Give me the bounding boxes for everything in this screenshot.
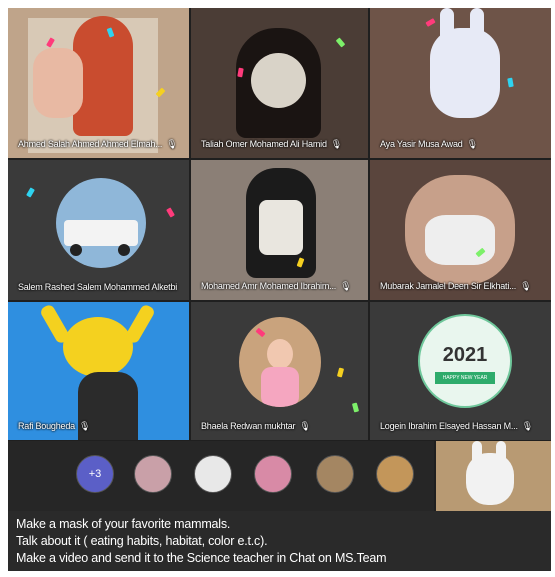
video-tile-2[interactable]: Taliah Omer Mohamed Ali Hamid 🎙 xyxy=(191,8,368,158)
participant-name: Mohamed Amr Mohamed Ibrahim... 🎙 xyxy=(201,281,352,291)
instruction-caption: Make a mask of your favorite mammals. Ta… xyxy=(8,511,551,571)
avatar-2021-badge: 2021 HAPPY NEW YEAR xyxy=(418,314,512,408)
year-text: 2021 xyxy=(442,344,488,366)
participant-avatar[interactable] xyxy=(194,455,232,493)
avatar-child-photo xyxy=(239,317,321,407)
mic-muted-icon: 🎙 xyxy=(299,421,311,431)
participant-name: Mubarak Jamalel Deen Sir Elkhati... 🎙 xyxy=(380,281,532,291)
mic-muted-icon: 🎙 xyxy=(520,281,532,291)
caption-line-1: Make a mask of your favorite mammals. xyxy=(16,517,231,531)
mic-muted-icon: 🎙 xyxy=(340,281,352,291)
video-tile-6[interactable]: Mubarak Jamalel Deen Sir Elkhati... 🎙 xyxy=(370,160,551,300)
participant-strip: +3 xyxy=(8,441,434,511)
video-gallery: Ahmed Salah Ahmed Ahmed Elmah... 🎙 Taliah… xyxy=(8,8,551,511)
participant-avatar[interactable] xyxy=(376,455,414,493)
meeting-screenshot: Ahmed Salah Ahmed Ahmed Elmah... 🎙 Taliah… xyxy=(0,0,555,577)
self-view-tile[interactable] xyxy=(436,441,551,511)
participant-name: Aya Yasir Musa Awad 🎙 xyxy=(380,139,478,149)
video-tile-3[interactable]: Aya Yasir Musa Awad 🎙 xyxy=(370,8,551,158)
caption-line-3: Make a video and send it to the Science … xyxy=(16,551,387,565)
participant-avatar[interactable] xyxy=(254,455,292,493)
participant-name: Ahmed Salah Ahmed Ahmed Elmah... 🎙 xyxy=(18,139,178,149)
participant-avatar[interactable] xyxy=(316,455,354,493)
banner-text: HAPPY NEW YEAR xyxy=(435,372,495,384)
mic-muted-icon: 🎙 xyxy=(330,139,342,149)
participant-avatar[interactable] xyxy=(134,455,172,493)
video-tile-4[interactable]: Salem Rashed Salem Mohammed Alketbi xyxy=(8,160,189,300)
video-tile-9[interactable]: 2021 HAPPY NEW YEAR Logein Ibrahim Elsay… xyxy=(370,302,551,440)
participant-name: Taliah Omer Mohamed Ali Hamid 🎙 xyxy=(201,139,342,149)
participant-name: Bhaela Redwan mukhtar 🎙 xyxy=(201,421,311,431)
participant-name: Logein Ibrahim Elsayed Hassan M... 🎙 xyxy=(380,421,534,431)
mic-muted-icon: 🎙 xyxy=(466,139,478,149)
mic-muted-icon: 🎙 xyxy=(166,139,178,149)
caption-line-2: Talk about it ( eating habits, habitat, … xyxy=(16,534,268,548)
video-tile-1[interactable]: Ahmed Salah Ahmed Ahmed Elmah... 🎙 xyxy=(8,8,189,158)
avatar-car-photo xyxy=(56,178,146,268)
mic-muted-icon: 🎙 xyxy=(78,421,91,431)
mic-muted-icon: 🎙 xyxy=(521,421,534,431)
participant-name: Salem Rashed Salem Mohammed Alketbi xyxy=(18,282,178,292)
more-participants-button[interactable]: +3 xyxy=(76,455,114,493)
participant-name: Rafi Bougheda 🎙 xyxy=(18,421,91,431)
video-tile-7[interactable]: Rafi Bougheda 🎙 xyxy=(8,302,189,440)
video-tile-5[interactable]: Mohamed Amr Mohamed Ibrahim... 🎙 xyxy=(191,160,368,300)
